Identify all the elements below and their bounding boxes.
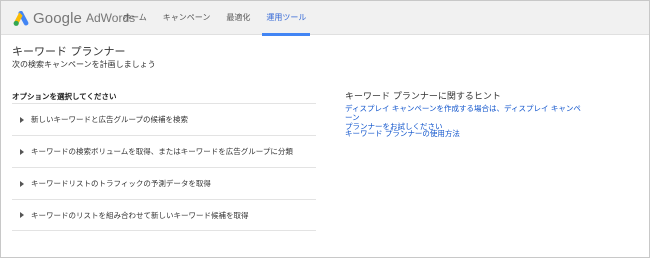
option-label: キーワードリストのトラフィックの予測データを取得	[31, 179, 211, 188]
option-label: 新しいキーワードと広告グループの候補を検索	[31, 115, 189, 124]
option-label: キーワードの検索ボリュームを取得、またはキーワードを広告グループに分類	[31, 147, 293, 156]
tip-link-line: ディスプレイ キャンペーンを作成する場合は、ディスプレイ キャンペーン	[345, 104, 581, 122]
main-nav: ホーム キャンペーン 最適化 運用ツール	[115, 1, 314, 36]
option-multiply-keyword-lists[interactable]: キーワードのリストを組み合わせて新しいキーワード候補を取得	[12, 199, 316, 231]
tip-link-display-planner[interactable]: ディスプレイ キャンペーンを作成する場合は、ディスプレイ キャンペーン プランナ…	[345, 104, 585, 131]
options-heading: オプションを選択してください	[12, 92, 117, 101]
option-get-search-volume[interactable]: キーワードの検索ボリュームを取得、またはキーワードを広告グループに分類	[12, 135, 316, 167]
option-search-new-keywords[interactable]: 新しいキーワードと広告グループの候補を検索	[12, 103, 316, 135]
page-subtitle: 次の検索キャンペーンを計画しましょう	[12, 60, 156, 69]
nav-tab-home[interactable]: ホーム	[115, 1, 155, 35]
page-title: キーワード プランナー	[12, 45, 126, 58]
tip-link-line: キーワード プランナーの使用方法	[345, 129, 460, 138]
tips-title: キーワード プランナーに関するヒント	[345, 92, 501, 102]
nav-tab-campaigns[interactable]: キャンペーン	[155, 1, 219, 35]
expand-triangle-icon	[20, 148, 24, 155]
nav-tab-optimization[interactable]: 最適化	[218, 1, 258, 35]
option-traffic-forecast[interactable]: キーワードリストのトラフィックの予測データを取得	[12, 167, 316, 199]
tip-link-how-to-use[interactable]: キーワード プランナーの使用方法	[345, 129, 585, 138]
expand-triangle-icon	[20, 180, 24, 187]
expand-triangle-icon	[20, 212, 24, 218]
options-list: 新しいキーワードと広告グループの候補を検索 キーワードの検索ボリュームを取得、ま…	[12, 103, 316, 231]
top-bar: Google AdWords ホーム キャンペーン 最適化 運用ツール	[1, 1, 649, 36]
adwords-logo-icon	[13, 10, 29, 26]
expand-triangle-icon	[20, 116, 24, 123]
logo-google-text: Google	[33, 9, 82, 27]
nav-tab-tools[interactable]: 運用ツール	[258, 1, 314, 36]
option-label: キーワードのリストを組み合わせて新しいキーワード候補を取得	[31, 210, 249, 220]
